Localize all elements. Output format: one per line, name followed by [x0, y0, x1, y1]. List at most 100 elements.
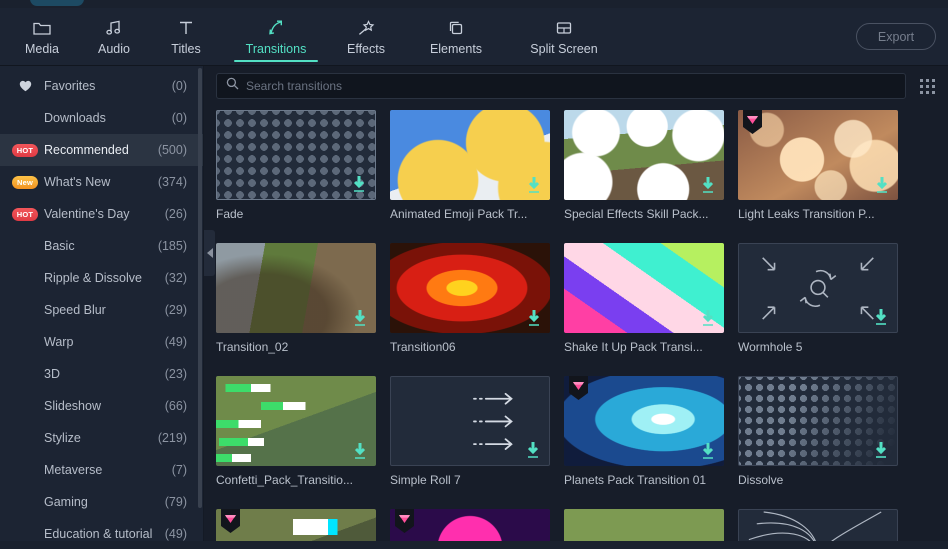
sidebar-item-downloads[interactable]: Downloads (0) — [0, 102, 203, 134]
sidebar-item-count: (374) — [157, 175, 187, 189]
tab-transitions[interactable]: Transitions — [222, 10, 330, 64]
sidebar-scrollbar[interactable] — [198, 68, 202, 508]
transition-thumbnail[interactable] — [216, 243, 376, 333]
transition-thumbnail[interactable] — [390, 110, 550, 200]
download-icon[interactable] — [700, 442, 716, 460]
music-note-icon — [105, 18, 123, 38]
sidebar-item-warp[interactable]: Warp (49) — [0, 326, 203, 358]
tab-audio[interactable]: Audio — [78, 10, 150, 64]
transition-card[interactable]: Animated Emoji Pack Tr... — [390, 110, 550, 221]
transition-thumbnail[interactable] — [564, 243, 724, 333]
transition-thumbnail[interactable] — [738, 110, 898, 200]
pro-diamond-icon — [221, 509, 240, 533]
transition-card[interactable]: Simple Roll 7 — [390, 376, 550, 487]
tab-elements-label: Elements — [429, 41, 483, 56]
download-icon[interactable] — [526, 176, 542, 194]
top-navigation-bar: Media Audio Titles Transitions Effects E… — [0, 8, 948, 66]
transition-thumbnail[interactable] — [390, 243, 550, 333]
download-icon[interactable] — [700, 176, 716, 194]
sidebar-item-label: What's New — [44, 175, 111, 189]
tab-audio-label: Audio — [98, 41, 130, 56]
tab-transitions-label: Transitions — [245, 41, 307, 56]
download-icon[interactable] — [351, 175, 367, 193]
search-bar — [204, 66, 948, 106]
badge-placeholder — [12, 336, 38, 349]
sidebar-item-count: (49) — [164, 335, 187, 349]
transition-thumbnail[interactable] — [738, 376, 898, 466]
sidebar-item-whats-new[interactable]: New What's New (374) — [0, 166, 203, 198]
transition-arrows-icon — [267, 18, 285, 38]
download-icon[interactable] — [873, 308, 889, 326]
transition-card[interactable]: Planets Pack Transition 01 — [564, 376, 724, 487]
transition-card[interactable]: Light Leaks Transition P... — [738, 110, 898, 221]
sidebar-item-gaming[interactable]: Gaming (79) — [0, 486, 203, 518]
transition-name: Fade — [216, 207, 244, 221]
pro-diamond-icon — [743, 110, 762, 134]
tab-media-label: Media — [24, 41, 60, 56]
tab-split-screen[interactable]: Split Screen — [510, 10, 618, 64]
tab-effects-label: Effects — [347, 41, 385, 56]
sidebar-item-recommended[interactable]: HOT Recommended (500) — [0, 134, 203, 166]
tab-elements[interactable]: Elements — [402, 10, 510, 64]
search-icon — [226, 77, 239, 95]
transition-thumbnail[interactable] — [564, 110, 724, 200]
transition-name: Transition_02 — [216, 340, 289, 354]
tab-split-screen-label: Split Screen — [530, 41, 598, 56]
transition-card[interactable]: Confetti_Pack_Transitio... — [216, 376, 376, 487]
grid-view-icon[interactable] — [916, 75, 938, 97]
sidebar-item-label: Valentine's Day — [44, 207, 130, 221]
sidebar-item-slideshow[interactable]: Slideshow (66) — [0, 390, 203, 422]
sidebar-item-count: (32) — [164, 271, 187, 285]
sidebar-item-favorites[interactable]: Favorites (0) — [0, 70, 203, 102]
transition-thumbnail[interactable] — [738, 243, 898, 333]
transition-thumbnail[interactable] — [216, 110, 376, 200]
sidebar-item-label: Stylize — [44, 431, 81, 445]
download-icon[interactable] — [526, 309, 542, 327]
active-tab-underline — [234, 59, 318, 62]
download-icon[interactable] — [873, 441, 889, 459]
sidebar-item-count: (49) — [164, 527, 187, 541]
sidebar-collapse-handle[interactable] — [204, 230, 215, 276]
download-icon[interactable] — [874, 176, 890, 194]
split-screen-icon — [555, 18, 573, 38]
main-body: Favorites (0) Downloads (0) HOT Recommen… — [0, 66, 948, 549]
tab-effects[interactable]: Effects — [330, 10, 402, 64]
transition-card[interactable]: Transition06 — [390, 243, 550, 354]
transition-card[interactable]: Shake It Up Pack Transi... — [564, 243, 724, 354]
transition-thumbnail[interactable] — [216, 376, 376, 466]
category-sidebar: Favorites (0) Downloads (0) HOT Recommen… — [0, 66, 204, 549]
sidebar-item-speed-blur[interactable]: Speed Blur (29) — [0, 294, 203, 326]
sidebar-item-count: (185) — [157, 239, 187, 253]
transition-thumbnail[interactable] — [564, 376, 724, 466]
sidebar-item-ripple-dissolve[interactable]: Ripple & Dissolve (32) — [0, 262, 203, 294]
sidebar-item-basic[interactable]: Basic (185) — [0, 230, 203, 262]
download-icon[interactable] — [700, 309, 716, 327]
transition-card[interactable]: Wormhole 5 — [738, 243, 898, 354]
transition-card[interactable]: Fade — [216, 110, 376, 221]
transitions-panel: Fade Animated Emoji Pack Tr... — [204, 66, 948, 549]
download-icon[interactable] — [352, 309, 368, 327]
sidebar-item-valentines-day[interactable]: HOT Valentine's Day (26) — [0, 198, 203, 230]
new-badge: New — [12, 175, 38, 189]
transitions-grid: Fade Animated Emoji Pack Tr... Special E… — [204, 106, 948, 549]
sidebar-item-stylize[interactable]: Stylize (219) — [0, 422, 203, 454]
search-box[interactable] — [216, 73, 906, 99]
download-icon[interactable] — [352, 442, 368, 460]
export-button[interactable]: Export — [856, 23, 936, 50]
sidebar-item-label: Speed Blur — [44, 303, 106, 317]
search-input[interactable] — [246, 79, 896, 93]
folder-icon — [33, 18, 51, 38]
badge-placeholder — [12, 240, 38, 253]
download-icon[interactable] — [525, 441, 541, 459]
sidebar-item-metaverse[interactable]: Metaverse (7) — [0, 454, 203, 486]
sidebar-item-label: Favorites — [44, 79, 96, 93]
tab-media[interactable]: Media — [6, 10, 78, 64]
transition-card[interactable]: Dissolve — [738, 376, 898, 487]
tab-titles[interactable]: Titles — [150, 10, 222, 64]
sidebar-item-3d[interactable]: 3D (23) — [0, 358, 203, 390]
badge-placeholder — [12, 400, 38, 413]
transition-thumbnail[interactable] — [390, 376, 550, 466]
transition-card[interactable]: Transition_02 — [216, 243, 376, 354]
transition-card[interactable]: Special Effects Skill Pack... — [564, 110, 724, 221]
window-title-pill — [30, 0, 84, 6]
